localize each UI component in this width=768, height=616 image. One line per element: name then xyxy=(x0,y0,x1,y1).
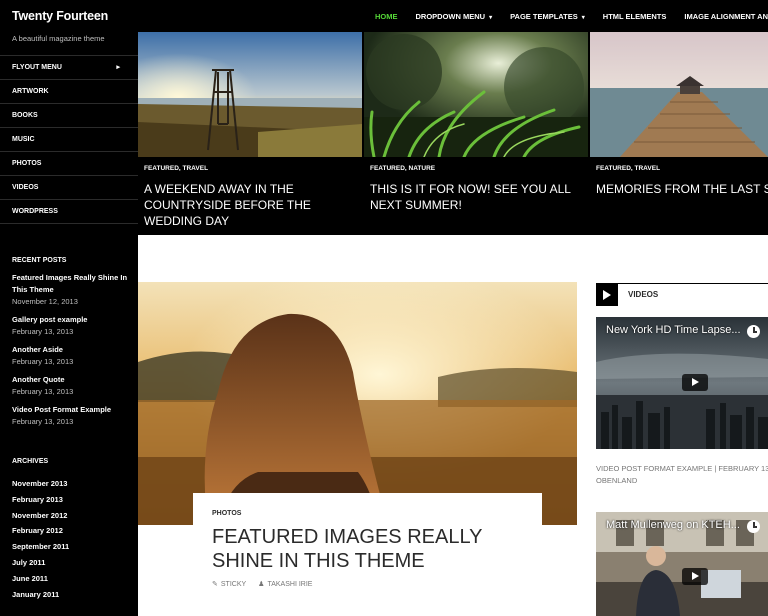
sidebar-item-books[interactable]: BOOKS xyxy=(0,104,138,128)
sidebar-item-artwork[interactable]: ARTWORK xyxy=(0,80,138,104)
video-thumbnail[interactable]: Matt Mullenweg on KTEH... xyxy=(596,512,768,616)
author-meta[interactable]: ♟ TAKASHI IRIE xyxy=(258,580,312,588)
list-item: Another Quote February 13, 2013 xyxy=(12,374,132,397)
site-header: Twenty Fourteen HOME DROPDOWN MENU ▾ PAGE… xyxy=(0,0,768,32)
recent-post-link[interactable]: Gallery post example xyxy=(12,314,132,326)
archive-link[interactable]: September 2011 xyxy=(12,542,132,558)
featured-post-title[interactable]: MEMORIES FROM THE LAST SUM xyxy=(596,181,768,197)
list-item: Featured Images Really Shine In This The… xyxy=(12,272,132,307)
featured-post: FEATURED, TRAVEL A WEEKEND AWAY IN THE C… xyxy=(138,32,362,235)
archive-link[interactable]: June 2011 xyxy=(12,574,132,590)
featured-content: FEATURED, TRAVEL A WEEKEND AWAY IN THE C… xyxy=(138,32,768,235)
chevron-down-icon: ▾ xyxy=(489,15,493,21)
recent-posts-title: RECENT POSTS xyxy=(12,257,67,264)
recent-post-link[interactable]: Featured Images Really Shine In This The… xyxy=(12,272,132,296)
list-item: Video Post Format Example February 13, 20… xyxy=(12,404,132,427)
video-title[interactable]: Matt Mullenweg on KTEH... xyxy=(606,519,740,531)
recent-post-date: February 13, 2013 xyxy=(12,387,74,396)
videos-widget-title: VIDEOS xyxy=(628,290,659,299)
post-category[interactable]: PHOTOS xyxy=(212,510,241,517)
recent-post-date: November 12, 2013 xyxy=(12,297,78,306)
nav-item-html-elements[interactable]: HTML ELEMENTS xyxy=(603,0,667,32)
featured-image-grass[interactable] xyxy=(364,32,588,157)
site-description: A beautiful magazine theme xyxy=(12,34,105,43)
nav-item-dropdown-menu[interactable]: DROPDOWN MENU ▾ xyxy=(416,0,493,32)
sidebar-item-music[interactable]: MUSIC xyxy=(0,128,138,152)
featured-post-title[interactable]: THIS IS IT FOR NOW! SEE YOU ALL NEXT SUM… xyxy=(370,181,585,213)
author-icon: ♟ xyxy=(258,581,265,588)
pin-icon: ✎ xyxy=(212,581,218,588)
video-thumbnail[interactable]: New York HD Time Lapse... xyxy=(596,317,768,449)
sidebar-item-wordpress[interactable]: WORDPRESS xyxy=(0,200,138,224)
play-button[interactable] xyxy=(682,568,708,585)
archive-link[interactable]: November 2013 xyxy=(12,479,132,495)
nav-item-page-templates[interactable]: PAGE TEMPLATES ▾ xyxy=(510,0,585,32)
main-content: PHOTOS FEATURED IMAGES REALLY SHINE IN T… xyxy=(138,235,768,616)
secondary-nav: FLYOUT MENU ▸ ARTWORK BOOKS MUSIC PHOTOS … xyxy=(0,55,138,224)
videos-widget-header: VIDEOS xyxy=(596,283,768,306)
sidebar-item-flyout-menu[interactable]: FLYOUT MENU ▸ xyxy=(0,56,138,80)
nav-item-home[interactable]: HOME xyxy=(375,0,398,32)
site-title[interactable]: Twenty Fourteen xyxy=(12,9,108,23)
archives-title: ARCHIVES xyxy=(12,458,49,465)
recent-post-link[interactable]: Another Aside xyxy=(12,344,132,356)
sidebar-item-photos[interactable]: PHOTOS xyxy=(0,152,138,176)
video-caption: VIDEO POST FORMAT EXAMPLE | FEBRUARY 13 … xyxy=(596,464,768,485)
recent-post-date: February 13, 2013 xyxy=(12,357,74,366)
archives-widget: ARCHIVES November 2013 February 2013 Nov… xyxy=(12,458,132,605)
archive-link[interactable]: July 2011 xyxy=(12,558,132,574)
video-title[interactable]: New York HD Time Lapse... xyxy=(606,324,741,336)
featured-post: FEATURED, NATURE THIS IS IT FOR NOW! SEE… xyxy=(364,32,588,235)
sidebar: A beautiful magazine theme FLYOUT MENU ▸ … xyxy=(0,32,138,616)
chevron-down-icon: ▾ xyxy=(581,15,585,21)
list-item: Another Aside February 13, 2013 xyxy=(12,344,132,367)
primary-nav: HOME DROPDOWN MENU ▾ PAGE TEMPLATES ▾ HTML… xyxy=(375,0,768,32)
list-item: Gallery post example February 13, 2013 xyxy=(12,314,132,337)
recent-post-date: February 13, 2013 xyxy=(12,417,74,426)
sidebar-item-videos[interactable]: VIDEOS xyxy=(0,176,138,200)
featured-post-title[interactable]: A WEEKEND AWAY IN THE COUNTRYSIDE BEFORE… xyxy=(144,181,359,229)
recent-post-link[interactable]: Video Post Format Example xyxy=(12,404,132,416)
recent-post-link[interactable]: Another Quote xyxy=(12,374,132,386)
post-featured-image[interactable] xyxy=(138,282,577,525)
clock-icon[interactable] xyxy=(747,520,760,533)
archive-link[interactable]: November 2012 xyxy=(12,511,132,527)
featured-post: FEATURED, TRAVEL MEMORIES FROM THE LAST … xyxy=(590,32,768,235)
recent-post-date: February 13, 2013 xyxy=(12,327,74,336)
featured-image-countryside[interactable] xyxy=(138,32,362,157)
sticky-meta: ✎ STICKY xyxy=(212,581,247,588)
featured-post-category[interactable]: FEATURED, TRAVEL xyxy=(144,165,208,172)
archive-link[interactable]: February 2012 xyxy=(12,526,132,542)
chevron-right-icon: ▸ xyxy=(116,64,120,71)
post-title[interactable]: FEATURED IMAGES REALLY SHINE IN THIS THE… xyxy=(212,525,532,573)
archive-link[interactable]: January 2011 xyxy=(12,590,132,606)
featured-post-category[interactable]: FEATURED, TRAVEL xyxy=(596,165,660,172)
recent-posts-widget: RECENT POSTS Featured Images Really Shin… xyxy=(12,257,132,427)
clock-icon[interactable] xyxy=(747,325,760,338)
nav-item-image-alignment[interactable]: IMAGE ALIGNMENT AND STYL xyxy=(684,0,768,32)
featured-image-pier[interactable] xyxy=(590,32,768,157)
featured-post-category[interactable]: FEATURED, NATURE xyxy=(370,165,435,172)
post-entry-header: PHOTOS FEATURED IMAGES REALLY SHINE IN T… xyxy=(193,493,542,616)
play-button[interactable] xyxy=(682,374,708,391)
post-meta: ✎ STICKY ♟ TAKASHI IRIE xyxy=(212,580,312,588)
archive-link[interactable]: February 2013 xyxy=(12,495,132,511)
play-icon xyxy=(596,284,618,306)
